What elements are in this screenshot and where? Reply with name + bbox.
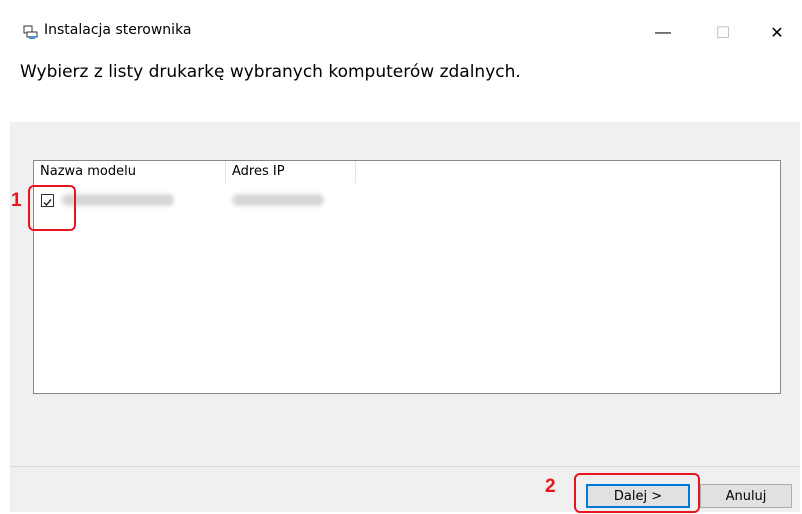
window-title: Instalacja sterownika xyxy=(44,22,192,38)
next-button-highlight xyxy=(574,473,700,513)
callout-number-2: 2 xyxy=(545,476,556,497)
footer-divider xyxy=(10,466,800,467)
printer-list[interactable]: Nazwa modelu Adres IP xyxy=(33,160,781,394)
printer-driver-icon xyxy=(22,24,38,40)
list-item[interactable] xyxy=(34,189,780,211)
close-button[interactable]: ✕ xyxy=(754,10,800,56)
maximize-button: ☐ xyxy=(715,25,731,42)
ip-address-cell-redacted xyxy=(232,194,324,206)
installer-window: Instalacja sterownika — ☐ ✕ Wybierz z li… xyxy=(10,10,800,512)
column-header-ip[interactable]: Adres IP xyxy=(226,161,356,183)
column-header-model[interactable]: Nazwa modelu xyxy=(34,161,226,183)
model-name-cell-redacted xyxy=(62,194,174,206)
title-bar: Instalacja sterownika — ☐ ✕ xyxy=(10,10,800,56)
cancel-button[interactable]: Anuluj xyxy=(700,484,792,508)
minimize-button[interactable]: — xyxy=(640,10,686,56)
instruction-text: Wybierz z listy drukarkę wybranych kompu… xyxy=(20,62,521,82)
callout-number-1: 1 xyxy=(11,190,22,211)
checkbox-highlight xyxy=(28,185,76,231)
